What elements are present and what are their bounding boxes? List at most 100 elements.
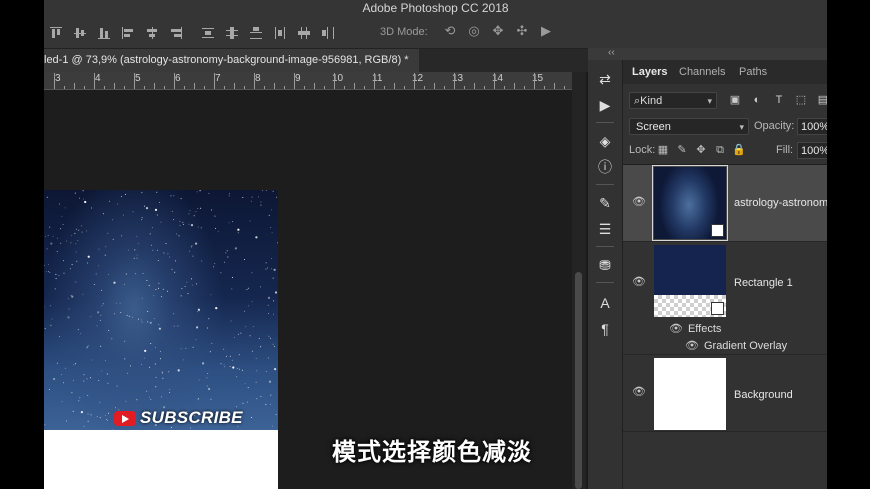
star: [104, 414, 106, 416]
star: [255, 381, 257, 383]
star: [211, 342, 213, 344]
paragraph-icon[interactable]: ¶: [596, 320, 614, 338]
star: [86, 378, 88, 380]
brush-settings-icon[interactable]: ✎: [596, 194, 614, 212]
layer-name[interactable]: astrology-astronom: [734, 197, 828, 209]
opacity-field[interactable]: 100%: [797, 118, 829, 135]
scale-3d-icon[interactable]: ▶: [537, 22, 555, 40]
tab-channels[interactable]: Channels: [679, 66, 725, 78]
layer-name[interactable]: Background: [734, 389, 793, 401]
effect-row[interactable]: 👁 Gradient Overlay: [685, 339, 787, 352]
fill-field[interactable]: 100%: [797, 142, 829, 159]
document-tab[interactable]: led-1 @ 73,9% (astrology-astronomy-backg…: [44, 49, 419, 72]
distribute-hcenter-icon[interactable]: [298, 27, 310, 39]
collapse-icon[interactable]: ‹‹: [608, 47, 615, 58]
star: [249, 220, 251, 222]
shape-filter-icon[interactable]: ⬚: [793, 92, 809, 108]
star: [78, 400, 80, 402]
layer-name[interactable]: Rectangle 1: [734, 277, 793, 289]
star: [114, 313, 115, 315]
character-icon[interactable]: A: [596, 294, 614, 312]
star: [256, 370, 258, 372]
tab-layers[interactable]: Layers: [632, 66, 667, 78]
star: [93, 284, 95, 285]
distribute-top-icon[interactable]: [202, 27, 214, 39]
roll-3d-icon[interactable]: ◎: [465, 22, 483, 40]
star: [56, 237, 58, 239]
star: [63, 382, 65, 384]
star: [156, 191, 158, 193]
star: [197, 207, 199, 209]
drag-3d-icon[interactable]: ✥: [489, 22, 507, 40]
align-hcenter-icon[interactable]: [146, 27, 158, 39]
layer-row[interactable]: 👁 Background: [623, 355, 827, 432]
star: [191, 284, 193, 286]
filter-kind-select[interactable]: ⌕Kind ▾: [629, 92, 717, 109]
vertical-scrollbar[interactable]: [572, 72, 586, 489]
align-top-icon[interactable]: [50, 27, 62, 39]
divider: [596, 246, 614, 247]
visibility-eye-icon[interactable]: 👁: [669, 323, 683, 335]
distribute-left-icon[interactable]: [274, 27, 286, 39]
canvas-area[interactable]: SUBSCRIBE 模式选择颜色减淡: [44, 90, 572, 489]
align-right-icon[interactable]: [170, 27, 182, 39]
star: [260, 346, 262, 348]
ruler-tick: [104, 86, 105, 89]
3d-panel-icon[interactable]: ◈: [596, 132, 614, 150]
star: [265, 371, 267, 372]
star: [177, 369, 180, 372]
lock-all-icon[interactable]: 🔒: [731, 142, 747, 158]
ruler-tick: [84, 86, 85, 89]
layer-row[interactable]: 👁 Rectangle 1 👁 Effects 👁 Gradient Overlay: [623, 242, 827, 355]
align-bottom-icon[interactable]: [98, 27, 110, 39]
star: [192, 346, 194, 348]
clone-source-icon[interactable]: ⛃: [596, 256, 614, 274]
effects-row[interactable]: 👁 Effects: [669, 322, 721, 335]
panel-collapse-bar[interactable]: ‹‹: [588, 47, 827, 60]
star: [265, 262, 267, 264]
tab-paths[interactable]: Paths: [739, 66, 767, 78]
distribute-right-icon[interactable]: [322, 27, 334, 39]
ruler-tick: [504, 86, 505, 89]
star: [66, 240, 68, 242]
actions-play-icon[interactable]: ▶: [596, 96, 614, 114]
align-left-icon[interactable]: [122, 27, 134, 39]
layer-thumbnail: [652, 165, 728, 241]
visibility-eye-icon[interactable]: 👁: [632, 195, 646, 208]
type-filter-icon[interactable]: T: [771, 92, 787, 108]
lock-artboard-icon[interactable]: ⧉: [712, 142, 728, 158]
adjustments-icon[interactable]: ☰: [596, 220, 614, 238]
distribute-bottom-icon[interactable]: [250, 27, 262, 39]
scrollbar-thumb[interactable]: [575, 272, 582, 489]
star: [68, 308, 70, 310]
ruler-tick: [304, 86, 305, 89]
star: [136, 399, 138, 401]
star: [46, 271, 48, 273]
star: [229, 355, 231, 357]
lock-image-icon[interactable]: ✎: [674, 142, 690, 158]
lock-position-icon[interactable]: ✥: [693, 142, 709, 158]
star: [143, 357, 145, 359]
video-caption: 模式选择颜色减淡: [332, 439, 532, 466]
image-filter-icon[interactable]: ▣: [727, 92, 743, 108]
blend-mode-select[interactable]: Screen ▾: [629, 118, 749, 135]
layer-row[interactable]: 👁 astrology-astronom: [623, 165, 828, 242]
slide-3d-icon[interactable]: ✣: [513, 22, 531, 40]
orbit-3d-icon[interactable]: ⟲: [441, 22, 459, 40]
visibility-eye-icon[interactable]: 👁: [685, 340, 699, 352]
distribute-vcenter-icon[interactable]: [226, 27, 238, 39]
star: [168, 371, 170, 373]
history-icon[interactable]: ⇄: [596, 70, 614, 88]
visibility-eye-icon[interactable]: 👁: [632, 385, 646, 398]
star: [198, 398, 199, 400]
lock-transparent-icon[interactable]: ▦: [655, 142, 671, 158]
star: [185, 348, 187, 349]
align-vcenter-icon[interactable]: [74, 27, 86, 39]
info-icon[interactable]: ⓘ: [596, 158, 614, 176]
star: [260, 396, 262, 397]
star: [138, 243, 140, 245]
star: [138, 318, 139, 320]
adjustment-filter-icon[interactable]: ◐: [749, 92, 765, 108]
star: [210, 398, 212, 400]
visibility-eye-icon[interactable]: 👁: [632, 275, 646, 288]
